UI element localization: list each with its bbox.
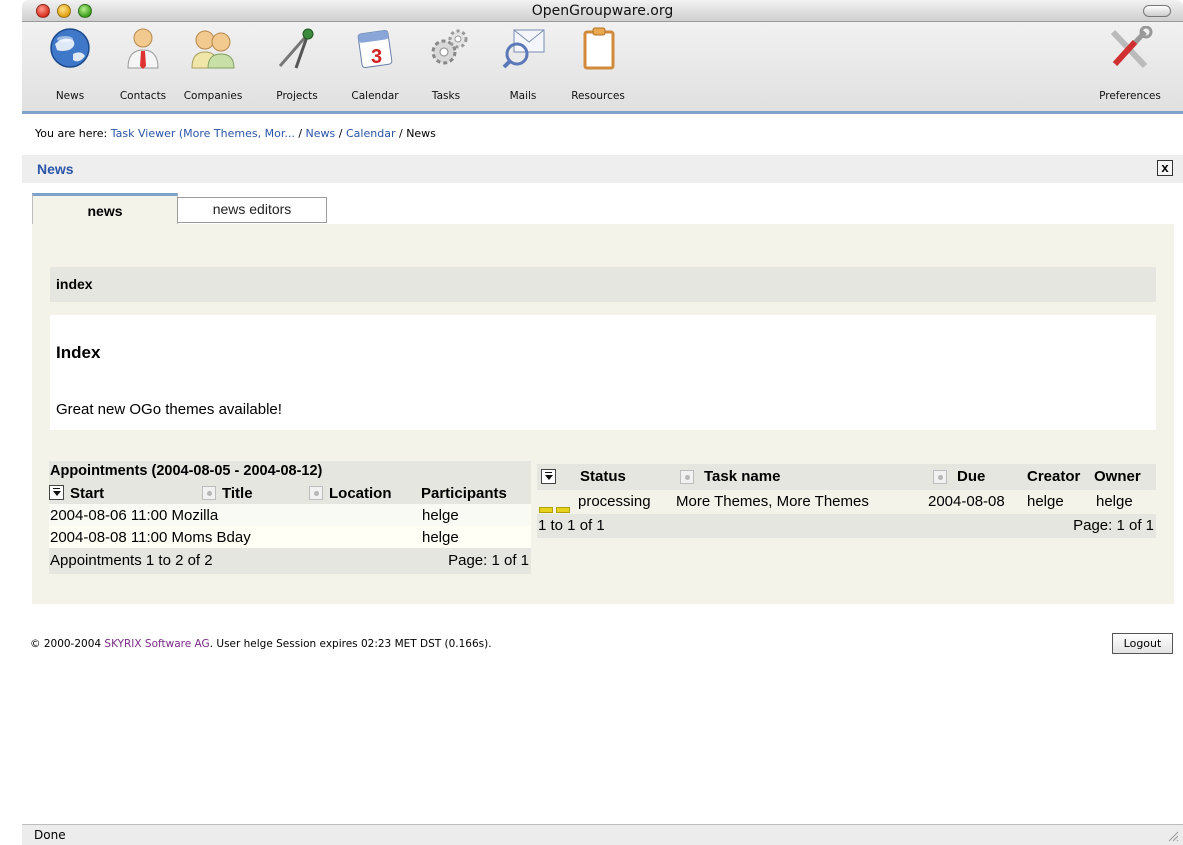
toolbar-calendar[interactable]: 3 Calendar: [347, 26, 403, 102]
toolbar-preferences[interactable]: Preferences: [1094, 26, 1166, 102]
person-contacts-icon: [127, 28, 159, 69]
column-location: Location: [309, 483, 421, 504]
breadcrumb-link-task-viewer[interactable]: Task Viewer (More Themes, Mor...: [111, 127, 295, 140]
appointments-count: Appointments 1 to 2 of 2: [50, 552, 213, 569]
sort-neutral-icon[interactable]: [309, 486, 323, 500]
status-processing-icon: [539, 500, 571, 513]
appointment-participants: helge: [421, 504, 531, 526]
browser-statusbar: Done: [22, 824, 1183, 845]
column-owner: Owner: [1094, 468, 1141, 485]
column-status: Status: [580, 468, 626, 485]
globe-news-icon: [50, 28, 90, 68]
task-status: processing: [578, 493, 651, 510]
breadcrumb-link-calendar[interactable]: Calendar: [346, 127, 395, 140]
task-creator: helge: [1027, 493, 1064, 510]
toolbar-toggle-button[interactable]: [1143, 5, 1171, 17]
toolbar-contacts[interactable]: Contacts: [112, 26, 174, 102]
appointments-table: Appointments (2004-08-05 - 2004-08-12) S…: [49, 461, 531, 574]
tasks-header-row: Status Task name Due Creator Owner: [537, 464, 1156, 490]
breadcrumb-separator: /: [338, 127, 343, 140]
index-bar: index: [50, 267, 1156, 302]
toolbar-news[interactable]: News: [44, 26, 96, 102]
page-title: News: [37, 161, 74, 177]
sort-neutral-icon[interactable]: [202, 486, 216, 500]
column-start: Start: [49, 483, 202, 504]
breadcrumb: You are here: Task Viewer (More Themes, …: [35, 127, 436, 140]
task-due: 2004-08-08: [928, 493, 1005, 510]
breadcrumb-current: News: [406, 127, 436, 140]
calendar-icon: 3: [357, 29, 393, 69]
tasks-footer: 1 to 1 of 1 Page: 1 of 1: [537, 514, 1156, 538]
section-header: News x: [22, 155, 1183, 183]
task-owner: helge: [1096, 493, 1133, 510]
window-titlebar: OpenGroupware.org: [22, 0, 1183, 22]
appointment-start-title: 2004-08-08 11:00 Moms Bday: [49, 526, 309, 548]
toolbar-companies[interactable]: Companies: [179, 26, 247, 102]
tasks-count: 1 to 1 of 1: [538, 517, 605, 534]
column-title: Title: [202, 483, 309, 504]
task-name-link[interactable]: More Themes, More Themes: [676, 493, 869, 510]
column-participants: Participants: [421, 485, 507, 502]
appointment-title-link[interactable]: Mozilla: [172, 507, 219, 524]
table-row[interactable]: 2004-08-06 11:00 Mozilla helge: [49, 504, 531, 526]
breadcrumb-link-news[interactable]: News: [306, 127, 336, 140]
appointment-participants: helge: [421, 526, 531, 548]
table-row[interactable]: 2004-08-08 11:00 Moms Bday helge: [49, 526, 531, 548]
status-text: Done: [34, 828, 66, 842]
people-companies-icon: [191, 30, 235, 69]
toolbar-mails[interactable]: Mails: [500, 26, 546, 102]
toolbar-projects[interactable]: Projects: [270, 26, 324, 102]
sort-neutral-icon[interactable]: [680, 470, 694, 484]
index-bar-label: index: [56, 276, 93, 292]
page-footer: © 2000-2004 SKYRIX Software AG. User hel…: [30, 638, 492, 650]
toolbar-tasks[interactable]: Tasks: [424, 26, 468, 102]
company-link[interactable]: SKYRIX Software AG: [104, 638, 209, 650]
index-heading: Index: [56, 343, 101, 362]
logout-button[interactable]: Logout: [1112, 633, 1173, 654]
column-due: Due: [957, 468, 986, 485]
appointment-start-title: 2004-08-06 11:00 Mozilla: [49, 504, 309, 526]
tasks-page: Page: 1 of 1: [1073, 517, 1154, 534]
resize-grip-icon[interactable]: [1166, 829, 1179, 842]
breadcrumb-separator: /: [398, 127, 403, 140]
toolbar-resources[interactable]: Resources: [568, 26, 628, 102]
appointments-footer: Appointments 1 to 2 of 2 Page: 1 of 1: [49, 548, 531, 574]
app-toolbar: News Contacts Companies Projects 3 Calen…: [22, 22, 1183, 114]
sort-desc-icon[interactable]: [541, 469, 556, 484]
appointment-title-link[interactable]: Moms Bday: [172, 529, 251, 546]
appointment-location: [309, 504, 421, 526]
envelope-mails-icon: [502, 29, 545, 69]
column-creator: Creator: [1027, 468, 1081, 485]
appointments-caption: Appointments (2004-08-05 - 2004-08-12): [49, 461, 531, 483]
appointments-header-row: Start Title Location Participants: [49, 483, 531, 504]
copyright: © 2000-2004: [30, 638, 102, 650]
breadcrumb-prefix: You are here:: [35, 127, 108, 140]
svg-text:3: 3: [371, 46, 382, 68]
sort-neutral-icon[interactable]: [933, 470, 947, 484]
appointments-page: Page: 1 of 1: [448, 552, 529, 569]
window-title: OpenGroupware.org: [531, 3, 674, 19]
tab-news-editors[interactable]: news editors: [177, 197, 327, 223]
breadcrumb-separator: /: [298, 127, 303, 140]
table-row[interactable]: processing More Themes, More Themes 2004…: [537, 490, 1156, 514]
tasks-table: Status Task name Due Creator Owner proce…: [537, 464, 1156, 538]
compass-projects-icon: [278, 28, 314, 69]
clipboard-resources-icon: [583, 27, 615, 70]
gears-tasks-icon: [431, 29, 468, 65]
tab-news[interactable]: news: [32, 193, 178, 225]
column-task-name: Task name: [704, 468, 781, 485]
index-text: Great new OGo themes available!: [56, 401, 282, 418]
news-panel: index Index Great new OGo themes availab…: [32, 224, 1174, 604]
tools-preferences-icon: [1110, 26, 1153, 69]
appointment-location: [309, 526, 421, 548]
sort-desc-icon[interactable]: [49, 485, 64, 500]
session-info: . User helge Session expires 02:23 MET D…: [209, 638, 492, 650]
index-content: Index Great new OGo themes available!: [50, 315, 1156, 430]
close-section-button[interactable]: x: [1157, 160, 1173, 176]
